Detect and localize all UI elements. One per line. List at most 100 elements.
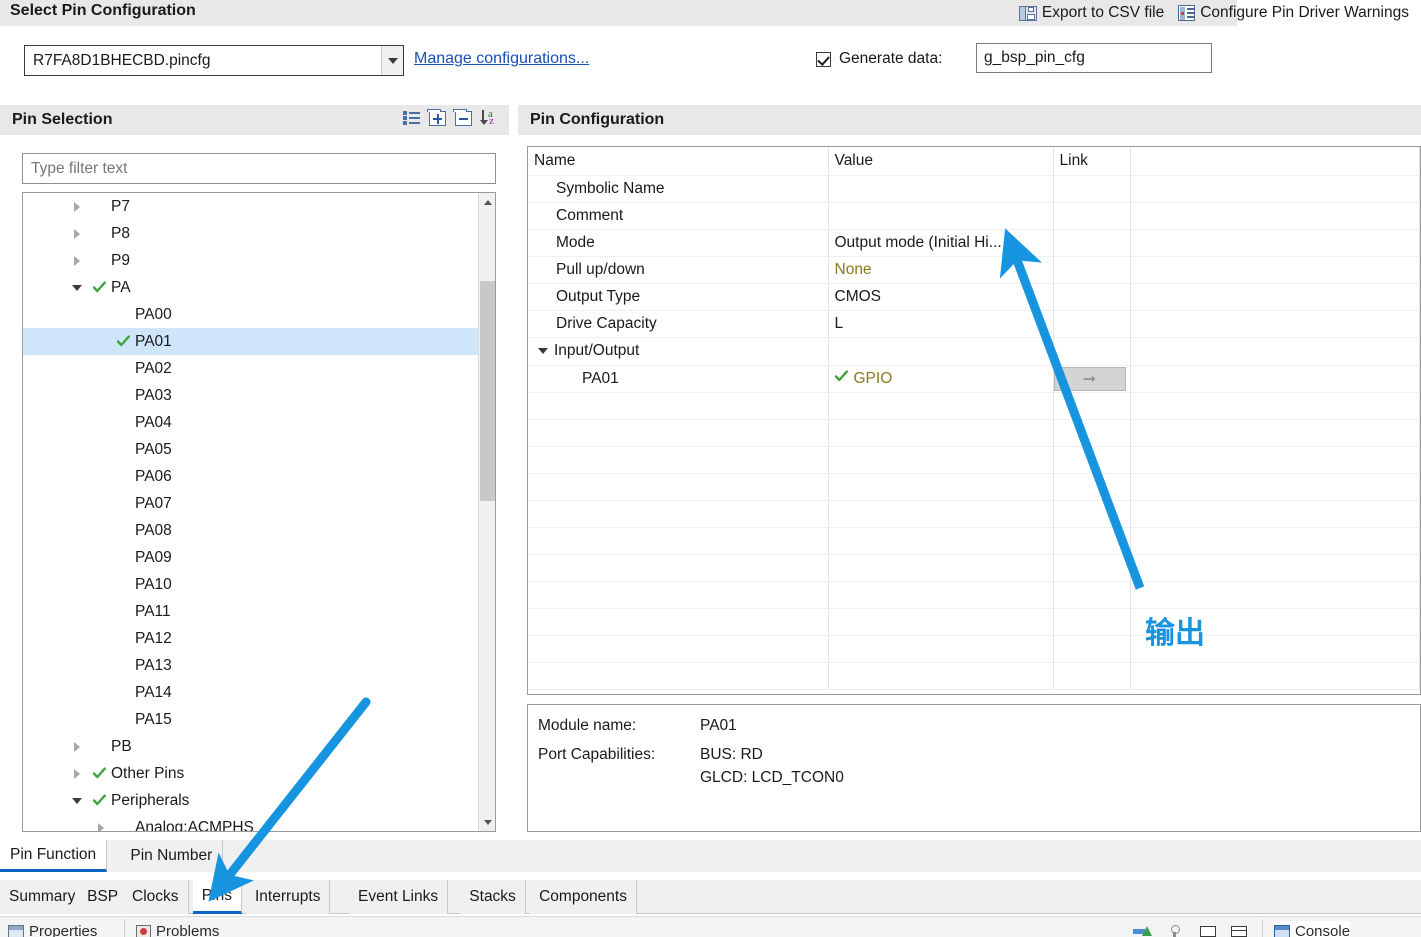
pin-conflicts-button[interactable] [1170, 921, 1180, 937]
chevron-down-icon[interactable] [65, 797, 89, 804]
configure-pin-driver-warnings-button[interactable]: Configure Pin Driver Warnings [1178, 4, 1409, 22]
export-to-csv-button[interactable]: Export to CSV file [1018, 4, 1164, 22]
configuration-tabs[interactable]: Summary BSP Clocks Pins Interrupts Event Link… [0, 880, 1421, 914]
view-tab-properties[interactable]: Properties [8, 921, 97, 937]
column-header-name[interactable]: Name [528, 147, 829, 176]
tree-item-pa13[interactable]: PA13 [23, 652, 478, 679]
tree-item-analog-acmphs[interactable]: Analog:ACMPHS [23, 814, 478, 831]
table-row-empty[interactable] [528, 500, 1420, 528]
tree-item-pa08[interactable]: PA08 [23, 517, 478, 544]
table-row-empty[interactable] [528, 473, 1420, 501]
tree-item-pa10[interactable]: PA10 [23, 571, 478, 598]
generate-data-input[interactable]: g_bsp_pin_cfg [976, 43, 1212, 73]
table-cell-value[interactable] [828, 337, 1054, 366]
table-row-empty[interactable] [528, 446, 1420, 474]
tree-item-pa11[interactable]: PA11 [23, 598, 478, 625]
table-row[interactable]: Mode Output mode (Initial Hi... [528, 229, 1420, 257]
scroll-up-icon[interactable] [479, 193, 495, 211]
maximize-view-button[interactable] [1200, 921, 1216, 937]
tab-bsp[interactable]: BSP [78, 880, 129, 914]
chevron-down-icon[interactable] [538, 348, 548, 354]
table-cell-value[interactable]: None [828, 256, 1054, 284]
table-row-empty[interactable] [528, 635, 1420, 663]
view-tab-problems[interactable]: Problems [136, 921, 219, 937]
tree-item-pa14[interactable]: PA14 [23, 679, 478, 706]
table-cell-value[interactable]: Output mode (Initial Hi... [828, 229, 1054, 257]
chevron-right-icon[interactable] [65, 255, 89, 266]
table-row-empty[interactable] [528, 392, 1420, 420]
manage-configurations-link[interactable]: Manage configurations... [414, 50, 589, 68]
chevron-right-icon[interactable] [89, 822, 113, 831]
list-view-icon[interactable] [403, 111, 420, 125]
chevron-right-icon[interactable] [65, 741, 89, 752]
tree-item-pa05[interactable]: PA05 [23, 436, 478, 463]
table-row-empty[interactable] [528, 527, 1420, 555]
tree-item-other-pins[interactable]: Other Pins [23, 760, 478, 787]
tab-pin-number[interactable]: Pin Number [120, 840, 224, 872]
tree-item-pa01[interactable]: PA01 [23, 328, 478, 355]
tree-item-pa07[interactable]: PA07 [23, 490, 478, 517]
scrollbar-thumb[interactable] [480, 281, 495, 501]
column-header-blank[interactable] [1130, 147, 1420, 176]
chevron-down-icon[interactable] [381, 46, 403, 75]
collapse-all-icon[interactable] [453, 108, 472, 126]
chevron-right-icon[interactable] [65, 228, 89, 239]
tab-components[interactable]: Components [530, 880, 637, 914]
table-row[interactable]: Drive Capacity L [528, 310, 1420, 338]
generate-project-content-button[interactable] [1133, 921, 1152, 937]
tab-summary[interactable]: Summary [0, 880, 86, 914]
pin-configuration-select[interactable]: R7FA8D1BHECBD.pincfg [24, 45, 404, 76]
table-row-empty[interactable] [528, 662, 1420, 690]
tree-item-pa09[interactable]: PA09 [23, 544, 478, 571]
tree-item-pa04[interactable]: PA04 [23, 409, 478, 436]
tab-stacks[interactable]: Stacks [460, 880, 526, 914]
tab-event-links[interactable]: Event Links [349, 880, 449, 914]
tree-item-peripherals[interactable]: Peripherals [23, 787, 478, 814]
tree-item-p8[interactable]: P8 [23, 220, 478, 247]
sort-az-icon[interactable]: az [480, 108, 499, 127]
tree-item-pa00[interactable]: PA00 [23, 301, 478, 328]
column-header-value[interactable]: Value [828, 147, 1054, 176]
bottom-view-bar[interactable]: Properties Problems Console [0, 916, 1421, 937]
table-row[interactable]: Pull up/down None [528, 256, 1420, 284]
table-row[interactable]: Symbolic Name [528, 175, 1420, 203]
tree-item-pa02[interactable]: PA02 [23, 355, 478, 382]
table-cell-value[interactable]: L [828, 310, 1054, 338]
tab-interrupts[interactable]: Interrupts [246, 880, 331, 914]
table-row[interactable]: Comment [528, 202, 1420, 230]
view-tab-console[interactable]: Console [1274, 921, 1351, 937]
chevron-down-icon[interactable] [65, 284, 89, 291]
tree-item-pb[interactable]: PB [23, 733, 478, 760]
restore-view-button[interactable] [1231, 921, 1247, 937]
pin-tree[interactable]: P7 P8 P9 PA PA00 PA01 PA02 PA03 PA04 PA05 PA06 PA07… [22, 192, 496, 832]
table-row-empty[interactable] [528, 554, 1420, 582]
tab-clocks[interactable]: Clocks [123, 880, 189, 914]
pin-view-tabs[interactable]: Pin Function Pin Number [0, 840, 1421, 872]
table-cell-value[interactable] [828, 202, 1054, 230]
table-cell-value[interactable]: CMOS [828, 283, 1054, 311]
scroll-down-icon[interactable] [479, 813, 495, 831]
tree-item-pa03[interactable]: PA03 [23, 382, 478, 409]
generate-data-checkbox[interactable] [816, 51, 831, 67]
tab-pins[interactable]: Pins [192, 880, 242, 914]
table-row[interactable]: Input/Output [528, 337, 1420, 366]
tab-pin-function[interactable]: Pin Function [0, 840, 108, 872]
table-row-empty[interactable] [528, 419, 1420, 447]
pin-tree-scrollbar[interactable] [478, 193, 495, 831]
column-header-link[interactable]: Link [1053, 147, 1131, 176]
table-row-empty[interactable] [528, 581, 1420, 609]
table-cell-value[interactable]: GPIO [828, 365, 1054, 393]
tree-item-pa[interactable]: PA [23, 274, 478, 301]
tree-item-pa12[interactable]: PA12 [23, 625, 478, 652]
pin-configuration-table[interactable]: Name Value Link Symbolic Name Comment Mode Out… [527, 146, 1421, 695]
tree-item-pa06[interactable]: PA06 [23, 463, 478, 490]
chevron-right-icon[interactable] [65, 768, 89, 779]
table-cell-link[interactable]: ➞ [1053, 365, 1131, 393]
link-navigate-button[interactable]: ➞ [1053, 366, 1126, 391]
expand-all-icon[interactable] [427, 108, 446, 126]
tree-item-p9[interactable]: P9 [23, 247, 478, 274]
table-row[interactable]: PA01 GPIO ➞ [528, 365, 1420, 393]
chevron-right-icon[interactable] [65, 201, 89, 212]
table-cell-value[interactable] [828, 175, 1054, 203]
table-row[interactable]: Output Type CMOS [528, 283, 1420, 311]
